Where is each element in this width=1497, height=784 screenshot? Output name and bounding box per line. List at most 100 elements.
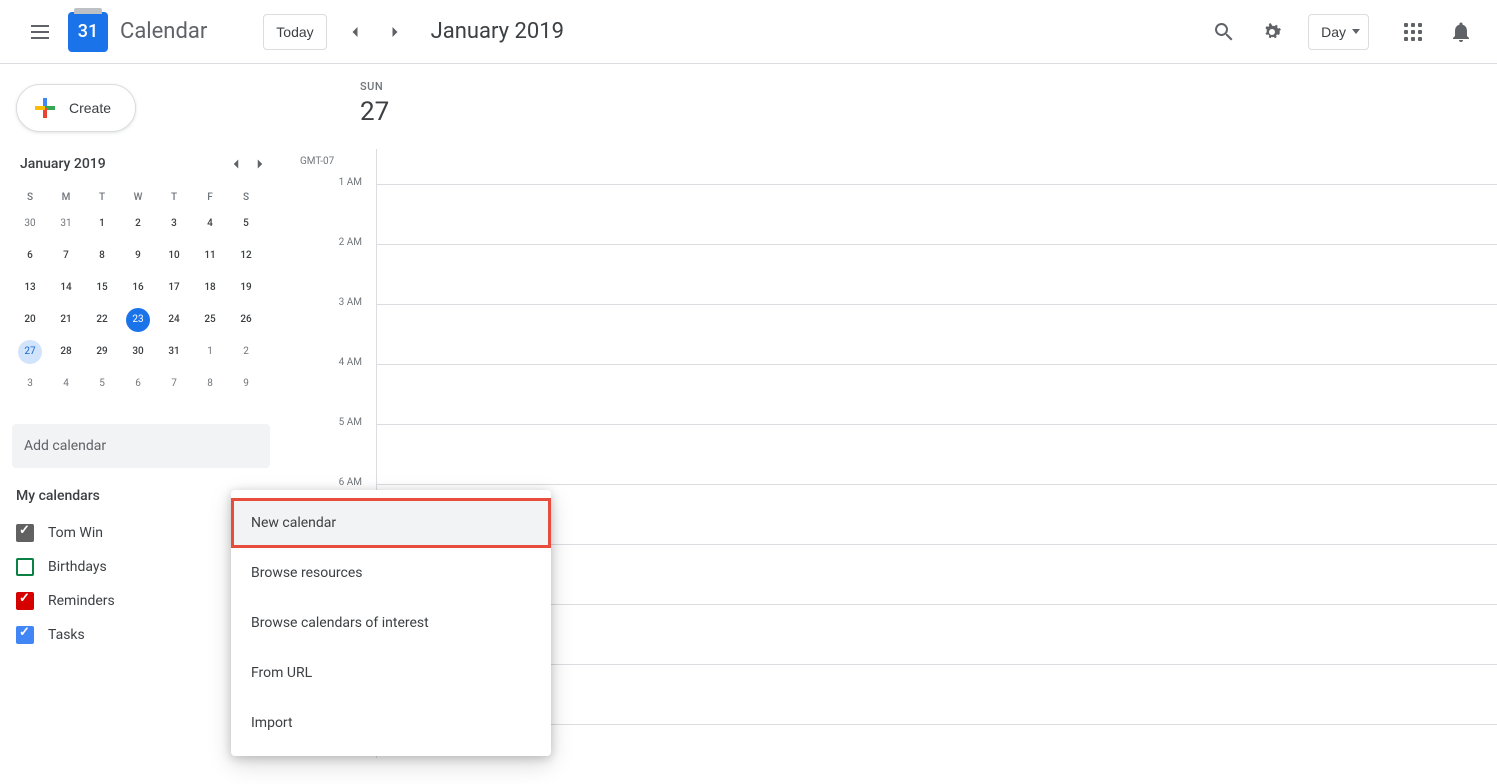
mini-day[interactable]: 8 — [84, 244, 120, 276]
mini-dow: F — [192, 184, 228, 212]
calendar-checkbox[interactable] — [16, 558, 34, 576]
mini-day[interactable]: 5 — [228, 212, 264, 244]
mini-day[interactable]: 10 — [156, 244, 192, 276]
mini-day[interactable]: 31 — [156, 340, 192, 372]
create-button[interactable]: Create — [16, 84, 136, 132]
mini-day[interactable]: 6 — [12, 244, 48, 276]
hour-row[interactable] — [376, 304, 1497, 364]
mini-day[interactable]: 9 — [120, 244, 156, 276]
mini-day[interactable]: 14 — [48, 276, 84, 308]
mini-day[interactable]: 17 — [156, 276, 192, 308]
mini-day[interactable]: 13 — [12, 276, 48, 308]
mini-day[interactable]: 7 — [156, 372, 192, 404]
main-menu-button[interactable] — [16, 8, 64, 56]
hour-row[interactable] — [376, 184, 1497, 244]
chevron-left-icon — [227, 155, 245, 173]
mini-day[interactable]: 28 — [48, 340, 84, 372]
today-button[interactable]: Today — [263, 14, 326, 50]
mini-day[interactable]: 30 — [120, 340, 156, 372]
mini-day[interactable]: 9 — [228, 372, 264, 404]
mini-day[interactable]: 7 — [48, 244, 84, 276]
mini-prev-month-button[interactable] — [224, 152, 248, 176]
hour-row[interactable] — [376, 244, 1497, 304]
hour-row[interactable] — [376, 424, 1497, 484]
current-period-title: January 2019 — [431, 19, 564, 44]
mini-day[interactable]: 19 — [228, 276, 264, 308]
mini-day[interactable]: 20 — [12, 308, 48, 340]
mini-day[interactable]: 26 — [228, 308, 264, 340]
chevron-right-icon — [251, 155, 269, 173]
hamburger-icon — [31, 25, 49, 39]
mini-day[interactable]: 24 — [156, 308, 192, 340]
day-number: 27 — [360, 97, 389, 127]
calendar-label: Tasks — [48, 627, 85, 643]
create-button-label: Create — [69, 100, 111, 116]
mini-day[interactable]: 22 — [84, 308, 120, 340]
hour-label: 5 AM — [339, 417, 362, 428]
apps-grid-icon — [1404, 23, 1422, 41]
calendar-label: Tom Win — [48, 525, 103, 541]
search-button[interactable] — [1204, 12, 1244, 52]
mini-day[interactable]: 16 — [120, 276, 156, 308]
gear-icon — [1260, 20, 1284, 44]
mini-dow: W — [120, 184, 156, 212]
mini-day[interactable]: 8 — [192, 372, 228, 404]
calendar-checkbox[interactable] — [16, 524, 34, 542]
hour-label: 1 AM — [339, 177, 362, 188]
day-header: SUN 27 — [360, 80, 389, 127]
mini-day[interactable]: 2 — [228, 340, 264, 372]
next-period-button[interactable] — [375, 12, 415, 52]
mini-day[interactable]: 3 — [156, 212, 192, 244]
mini-day[interactable]: 4 — [48, 372, 84, 404]
hour-label: 2 AM — [339, 237, 362, 248]
mini-day[interactable]: 27 — [12, 340, 48, 372]
mini-calendar-title: January 2019 — [20, 156, 106, 172]
calendar-label: Birthdays — [48, 559, 107, 575]
view-selector-label: Day — [1321, 24, 1346, 40]
mini-day[interactable]: 5 — [84, 372, 120, 404]
mini-day[interactable]: 29 — [84, 340, 120, 372]
calendar-checkbox[interactable] — [16, 592, 34, 610]
mini-day[interactable]: 21 — [48, 308, 84, 340]
calendar-checkbox[interactable] — [16, 626, 34, 644]
mini-day[interactable]: 2 — [120, 212, 156, 244]
calendar-label: Reminders — [48, 593, 115, 609]
mini-day[interactable]: 6 — [120, 372, 156, 404]
mini-next-month-button[interactable] — [248, 152, 272, 176]
mini-day[interactable]: 15 — [84, 276, 120, 308]
dropdown-item[interactable]: Browse calendars of interest — [231, 598, 551, 648]
settings-button[interactable] — [1252, 12, 1292, 52]
mini-dow: T — [156, 184, 192, 212]
mini-dow: S — [228, 184, 264, 212]
hour-label: 4 AM — [339, 357, 362, 368]
view-selector-button[interactable]: Day — [1308, 14, 1369, 50]
add-calendar-input[interactable]: Add calendar — [12, 424, 270, 468]
google-apps-button[interactable] — [1393, 12, 1433, 52]
chevron-down-icon — [1352, 29, 1360, 34]
mini-day[interactable]: 1 — [192, 340, 228, 372]
mini-day[interactable]: 18 — [192, 276, 228, 308]
dropdown-item[interactable]: Import — [231, 698, 551, 748]
mini-day[interactable]: 1 — [84, 212, 120, 244]
mini-day[interactable]: 23 — [120, 308, 156, 340]
bell-icon — [1449, 20, 1473, 44]
dropdown-item[interactable]: From URL — [231, 648, 551, 698]
mini-day[interactable]: 11 — [192, 244, 228, 276]
mini-dow: S — [12, 184, 48, 212]
mini-day[interactable]: 4 — [192, 212, 228, 244]
chevron-left-icon — [345, 22, 365, 42]
prev-period-button[interactable] — [335, 12, 375, 52]
add-calendar-placeholder: Add calendar — [24, 438, 106, 454]
mini-day[interactable]: 25 — [192, 308, 228, 340]
chevron-right-icon — [385, 22, 405, 42]
notifications-button[interactable] — [1441, 12, 1481, 52]
header: 31 Calendar Today January 2019 Day — [0, 0, 1497, 64]
dropdown-item[interactable]: New calendar — [231, 498, 551, 548]
mini-dow: M — [48, 184, 84, 212]
mini-day[interactable]: 3 — [12, 372, 48, 404]
dropdown-item[interactable]: Browse resources — [231, 548, 551, 598]
mini-day[interactable]: 31 — [48, 212, 84, 244]
mini-day[interactable]: 30 — [12, 212, 48, 244]
mini-day[interactable]: 12 — [228, 244, 264, 276]
hour-row[interactable] — [376, 364, 1497, 424]
